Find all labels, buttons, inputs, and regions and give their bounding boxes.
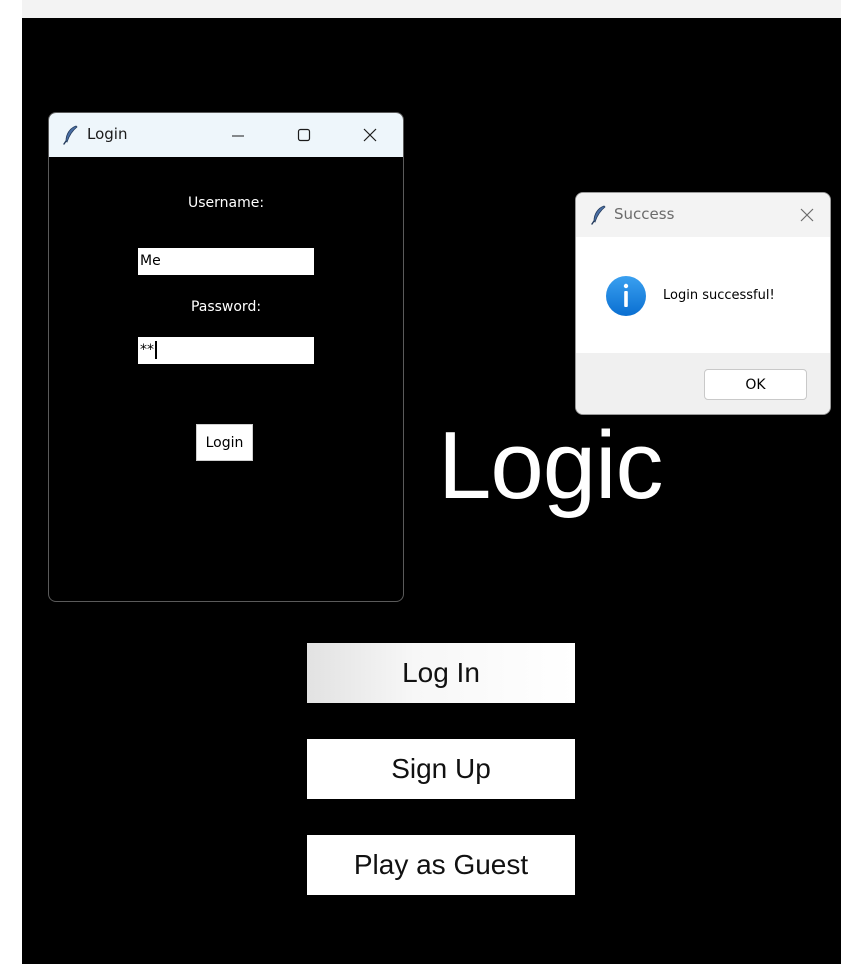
login-submit-button[interactable]: Login bbox=[196, 424, 253, 461]
success-dialog-title: Success bbox=[614, 205, 675, 223]
login-window: Login Username: Me Password: ** Login bbox=[48, 112, 404, 602]
info-icon bbox=[605, 275, 647, 317]
close-icon bbox=[800, 208, 814, 222]
success-dialog-footer: OK bbox=[576, 353, 830, 414]
username-field[interactable]: Me bbox=[138, 248, 314, 275]
maximize-icon bbox=[297, 128, 311, 142]
feather-icon bbox=[63, 125, 79, 145]
feather-icon bbox=[591, 205, 607, 225]
log-in-button[interactable]: Log In bbox=[307, 643, 575, 703]
sign-up-button[interactable]: Sign Up bbox=[307, 739, 575, 799]
success-message: Login successful! bbox=[663, 288, 775, 303]
success-dialog-titlebar[interactable]: Success bbox=[576, 193, 830, 237]
password-field[interactable]: ** bbox=[138, 337, 314, 364]
success-dialog-body: Login successful! bbox=[576, 237, 830, 353]
minimize-icon bbox=[232, 135, 244, 137]
login-window-title: Login bbox=[87, 125, 128, 143]
password-value: ** bbox=[140, 342, 154, 358]
minimize-button[interactable] bbox=[215, 113, 261, 157]
password-label: Password: bbox=[190, 299, 262, 315]
app-title: Logic bbox=[438, 412, 663, 519]
close-button[interactable] bbox=[347, 113, 393, 157]
login-window-titlebar[interactable]: Login bbox=[49, 113, 403, 157]
app-window-top-strip bbox=[22, 0, 841, 18]
close-icon bbox=[363, 128, 377, 142]
maximize-button[interactable] bbox=[281, 113, 327, 157]
dialog-close-button[interactable] bbox=[784, 193, 830, 237]
username-value: Me bbox=[140, 253, 161, 269]
play-as-guest-button[interactable]: Play as Guest bbox=[307, 835, 575, 895]
ok-button[interactable]: OK bbox=[704, 369, 807, 400]
text-caret bbox=[155, 341, 157, 359]
success-dialog: Success Login successful! OK bbox=[575, 192, 831, 415]
username-label: Username: bbox=[187, 195, 265, 211]
